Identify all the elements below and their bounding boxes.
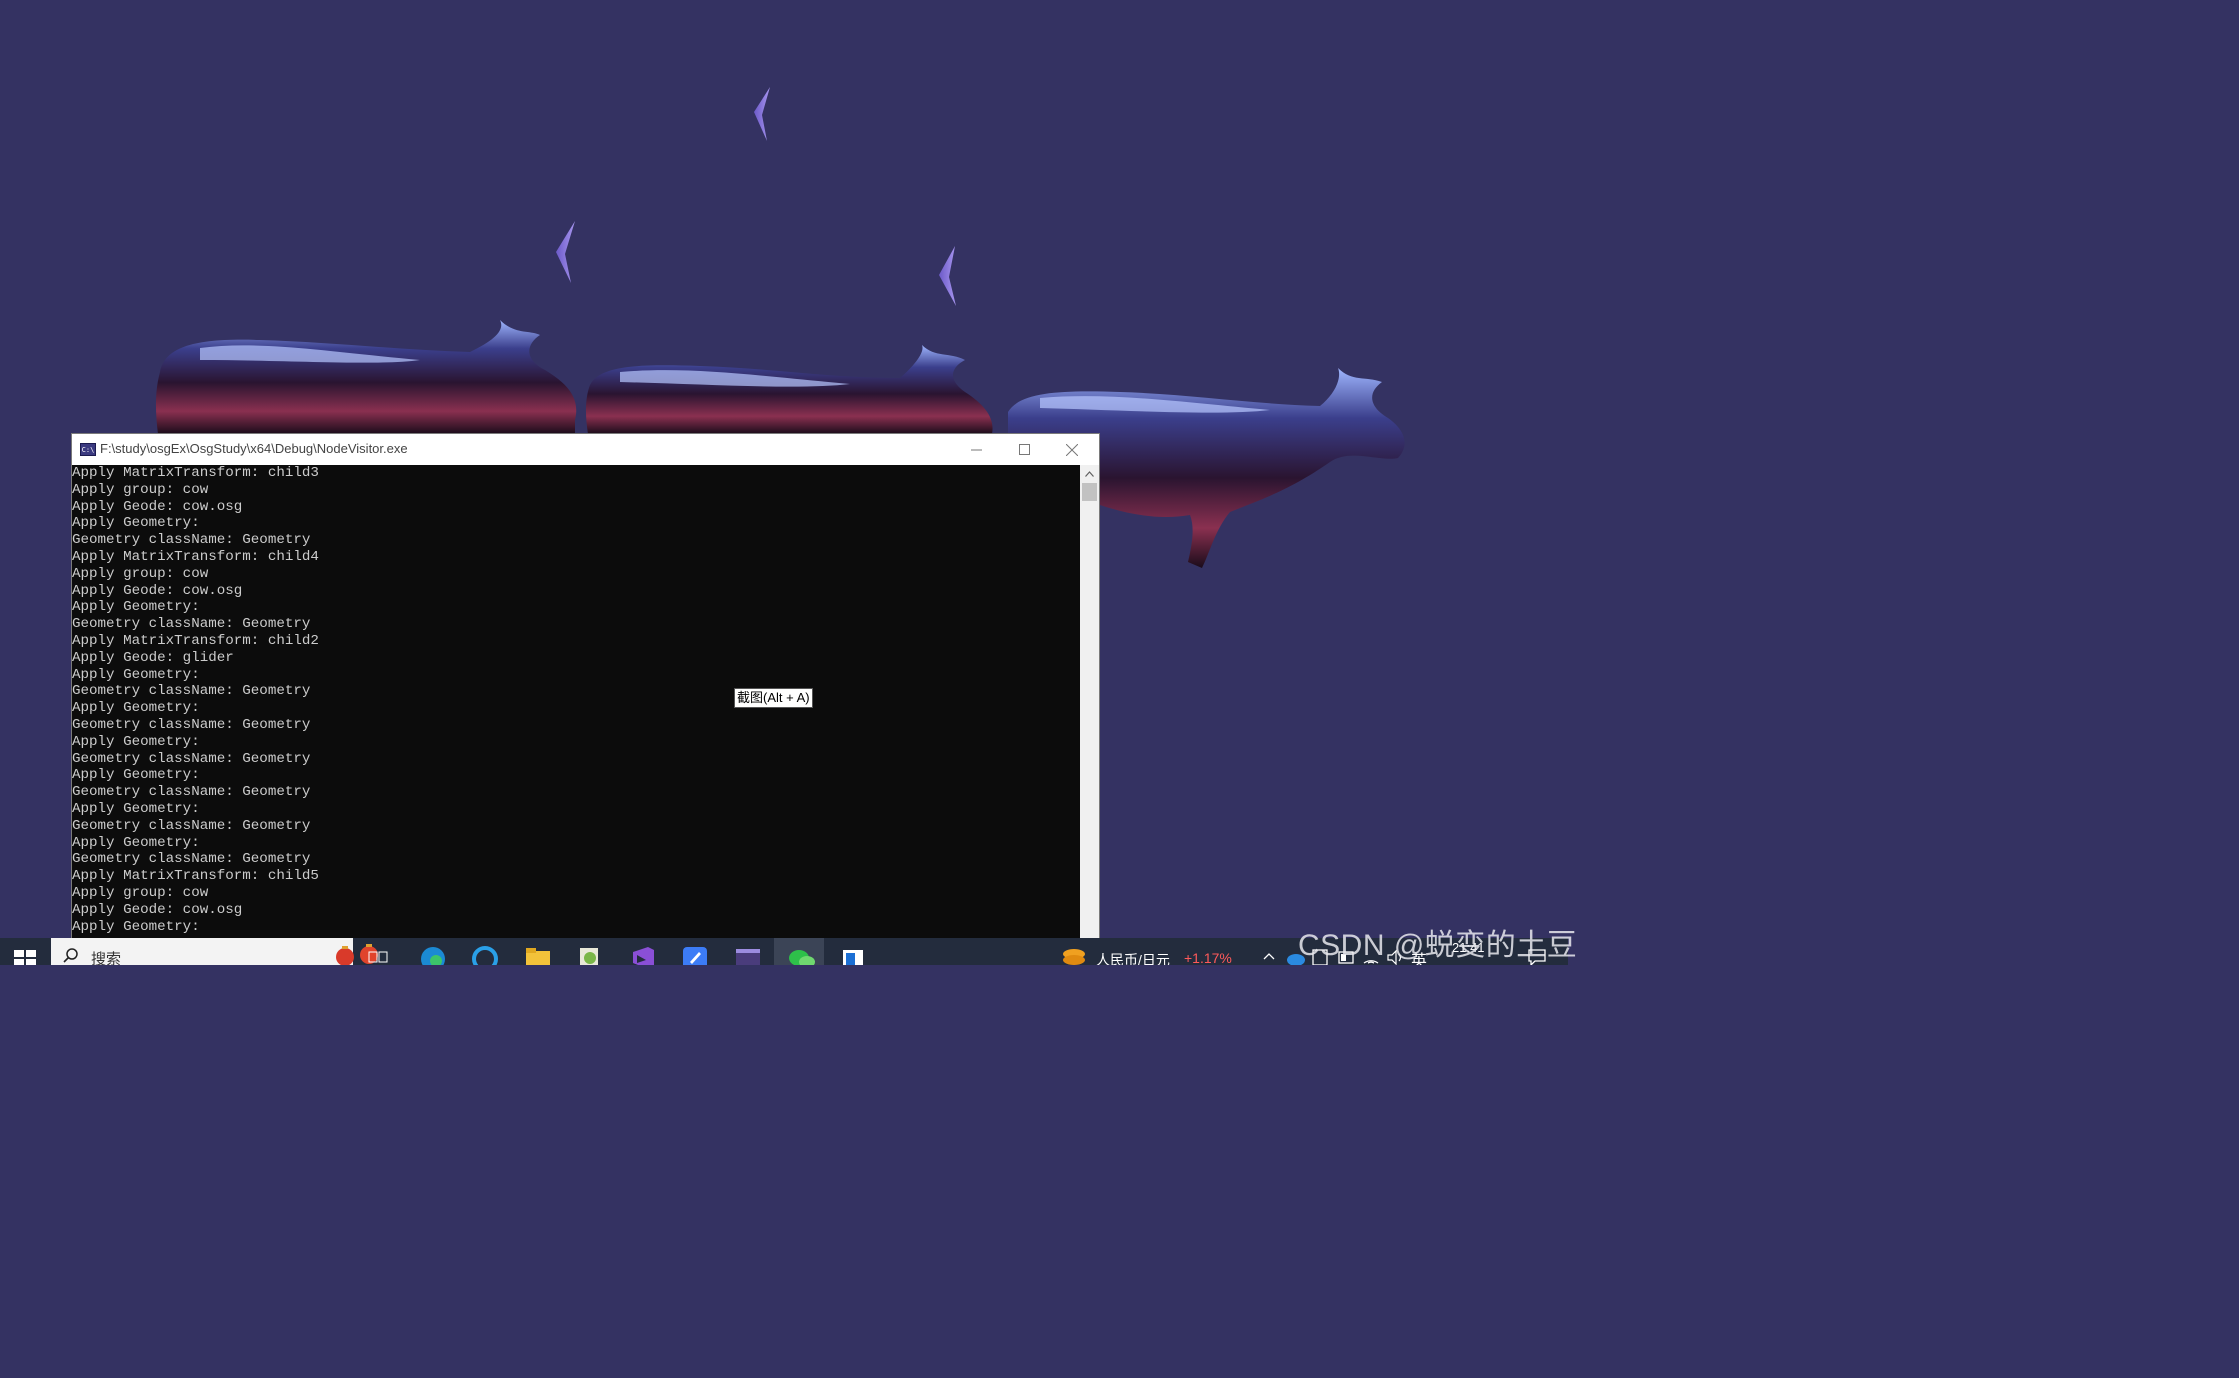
search-placeholder: 搜索 — [91, 951, 122, 965]
minimize-button[interactable] — [953, 434, 999, 465]
glider-model-3 — [939, 246, 956, 306]
taskbar-edge[interactable] — [406, 938, 456, 965]
console-line: Apply Geometry: — [72, 515, 200, 532]
scroll-thumb[interactable] — [1082, 483, 1097, 501]
chevron-up-icon[interactable] — [1263, 952, 1275, 960]
console-title: F:\study\osgEx\OsgStudy\x64\Debug\NodeVi… — [100, 441, 408, 456]
console-line: Apply Geometry: — [72, 918, 200, 935]
glider-model-2 — [556, 221, 575, 283]
taskbar-edge-dev[interactable] — [458, 938, 508, 965]
console-window[interactable]: C:\ F:\study\osgEx\OsgStudy\x64\Debug\No… — [72, 434, 1099, 938]
taskbar-feishu[interactable] — [668, 938, 718, 965]
close-icon — [1066, 443, 1078, 456]
console-line: Geometry className: Geometry — [72, 683, 311, 700]
cow-model-2 — [585, 345, 993, 434]
console-line: Apply Geode: cow.osg — [72, 582, 243, 599]
console-titlebar[interactable]: C:\ F:\study\osgEx\OsgStudy\x64\Debug\No… — [72, 434, 1099, 465]
console-line: Apply MatrixTransform: child5 — [72, 868, 319, 885]
console-line: Apply group: cow — [72, 481, 209, 498]
maximize-button[interactable] — [1001, 434, 1047, 465]
close-button[interactable] — [1049, 434, 1095, 465]
taskbar-console[interactable] — [721, 938, 771, 965]
console-line: Apply MatrixTransform: child3 — [72, 465, 319, 481]
console-line: Apply group: cow — [72, 884, 209, 901]
console-line: Geometry className: Geometry — [72, 750, 311, 767]
console-line: Apply Geometry: — [72, 800, 200, 817]
console-line: Geometry className: Geometry — [72, 851, 311, 868]
notepad-plus-icon — [580, 948, 598, 965]
taskbar-notepad-plus[interactable] — [563, 938, 613, 965]
console-line: Apply Geode: cow.osg — [72, 901, 243, 918]
task-view-button[interactable] — [353, 938, 403, 965]
search-icon — [63, 948, 78, 963]
currency-label[interactable]: 人民币/日元 — [1096, 950, 1170, 965]
minimize-icon — [970, 449, 982, 451]
console-line: Apply Geometry: — [72, 767, 200, 784]
screenshot-tooltip: 截图(Alt + A) — [734, 688, 813, 708]
console-line: Apply Geode: glider — [72, 649, 234, 666]
maximize-icon — [1018, 444, 1030, 455]
console-line: Geometry className: Geometry — [72, 616, 311, 633]
coins-icon — [1063, 949, 1085, 965]
console-line: Apply Geode: cow.osg — [72, 498, 243, 515]
chevron-up-icon — [1085, 470, 1094, 477]
taskbar-file-explorer[interactable] — [511, 938, 561, 965]
wechat-icon — [789, 950, 815, 965]
task-view-icon — [368, 951, 388, 963]
taskbar-visual-studio[interactable] — [616, 938, 666, 965]
console-line: Apply Geometry: — [72, 666, 200, 683]
taskbar-search-box[interactable]: 搜索 — [51, 938, 378, 965]
file-explorer-icon — [526, 948, 550, 965]
app-window-icon — [843, 950, 863, 965]
scroll-up-button[interactable] — [1080, 465, 1099, 482]
glider-model-1 — [754, 87, 770, 141]
feishu-icon — [683, 947, 707, 965]
console-output[interactable]: Apply MatrixTransform: child3 Apply group… — [72, 465, 1080, 938]
console-line: Apply Geometry: — [72, 834, 200, 851]
console-line: Apply Geometry: — [72, 599, 200, 616]
cow-model-1 — [155, 320, 577, 434]
console-icon — [736, 949, 760, 965]
console-line: Apply group: cow — [72, 565, 209, 582]
console-line: Geometry className: Geometry — [72, 716, 311, 733]
csdn-watermark: CSDN @蜕变的土豆 — [1298, 929, 1578, 962]
console-line: Apply MatrixTransform: child2 — [72, 632, 319, 649]
console-line: Apply Geometry: — [72, 733, 200, 750]
console-scrollbar[interactable] — [1080, 465, 1099, 938]
visual-studio-icon — [633, 947, 654, 965]
console-line: Geometry className: Geometry — [72, 532, 311, 549]
edge-dev-icon — [472, 946, 498, 965]
currency-change: +1.17% — [1184, 950, 1232, 965]
edge-icon — [421, 947, 445, 965]
console-app-icon: C:\ — [80, 443, 96, 456]
taskbar-wechat[interactable] — [774, 938, 824, 965]
windows-start-icon[interactable] — [14, 950, 36, 965]
console-line: Geometry className: Geometry — [72, 784, 311, 801]
taskbar-app-window[interactable] — [826, 938, 876, 965]
console-line: Apply Geometry: — [72, 700, 200, 717]
console-line: Geometry className: Geometry — [72, 817, 311, 834]
console-line: Apply MatrixTransform: child4 — [72, 548, 319, 565]
